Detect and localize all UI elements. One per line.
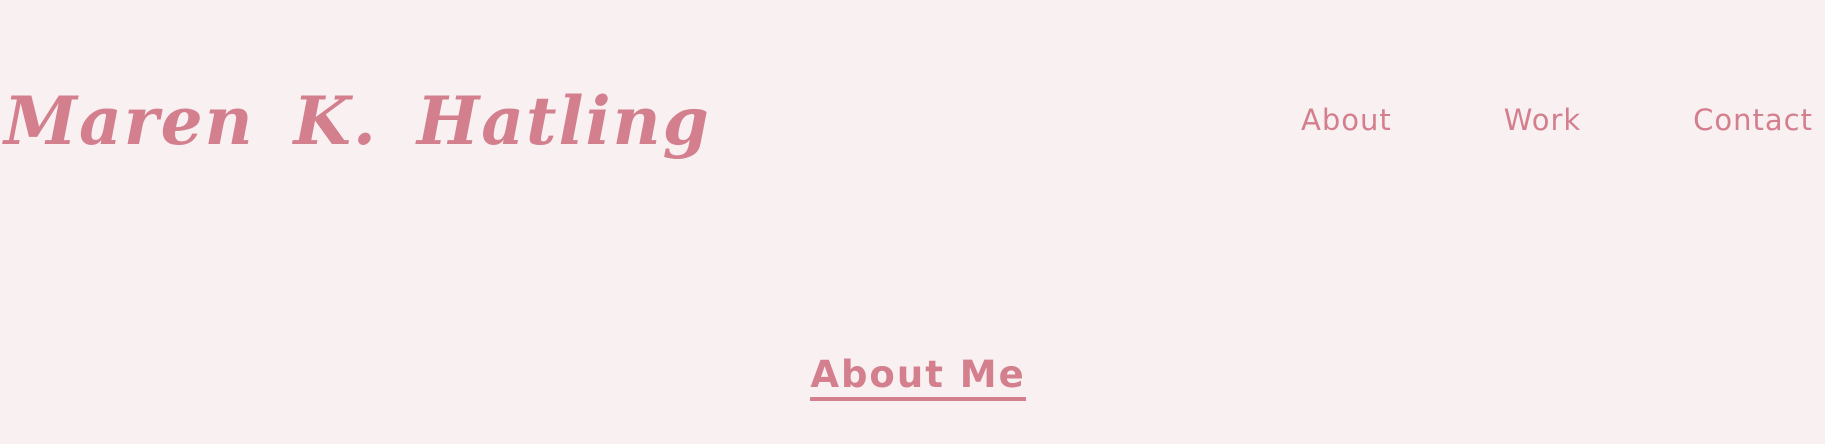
site-logo[interactable]: Maren K. Hatling <box>4 88 711 154</box>
nav-link-work[interactable]: Work <box>1504 106 1581 135</box>
main-nav: About Work Contact <box>1301 106 1813 135</box>
nav-link-contact[interactable]: Contact <box>1693 106 1813 135</box>
section-heading-text: About Me <box>810 356 1026 401</box>
site-header: Maren K. Hatling About Work Contact <box>0 0 1825 200</box>
nav-link-about[interactable]: About <box>1301 106 1392 135</box>
section-heading-about: About Me <box>0 356 1825 401</box>
